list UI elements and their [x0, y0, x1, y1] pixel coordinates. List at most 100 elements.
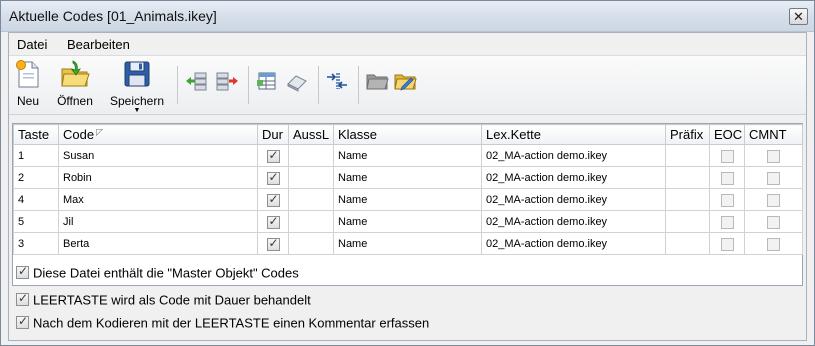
table-row[interactable]: 3Berta Name02_MA-action demo.ikey: [13, 232, 803, 255]
cell-taste[interactable]: 2: [13, 166, 59, 189]
cell-praefix[interactable]: [665, 210, 710, 233]
cell-aussl[interactable]: [288, 166, 334, 189]
close-button[interactable]: ✕: [789, 8, 808, 25]
cell-klasse[interactable]: Name: [333, 232, 482, 255]
cell-code[interactable]: Berta: [58, 232, 258, 255]
cell-klasse[interactable]: Name: [333, 188, 482, 211]
cell-dur-checkbox[interactable]: [266, 148, 280, 163]
cell-eoc-checkbox[interactable]: [720, 193, 734, 207]
cell-klasse[interactable]: Name: [333, 144, 482, 167]
cell-taste[interactable]: 3: [13, 232, 59, 255]
toolbar-separator: [177, 66, 178, 104]
menu-bearbeiten[interactable]: Bearbeiten: [67, 37, 130, 52]
cell-cmnt-checkbox[interactable]: [767, 237, 780, 251]
save-button[interactable]: Speichern ▼: [105, 59, 169, 114]
cell-lex-kette[interactable]: 02_MA-action demo.ikey: [481, 166, 666, 189]
cell-cmnt-checkbox[interactable]: [767, 171, 780, 185]
new-label: Neu: [16, 94, 39, 108]
cell-taste[interactable]: 5: [13, 210, 59, 233]
cell-eoc[interactable]: [709, 166, 745, 189]
move-left-icon[interactable]: [185, 70, 209, 92]
option-row[interactable]: LEERTASTE wird als Code mit Dauer behand…: [16, 291, 716, 310]
cell-aussl[interactable]: [288, 210, 334, 233]
save-dropdown-icon[interactable]: ▼: [105, 107, 169, 114]
transfer-icon[interactable]: [325, 70, 349, 92]
col-header-praefix[interactable]: Präfix: [665, 124, 710, 145]
cell-dur[interactable]: [257, 188, 289, 211]
cell-dur-checkbox[interactable]: [266, 236, 280, 251]
menu-datei[interactable]: Datei: [17, 37, 47, 52]
open-button[interactable]: Öffnen: [53, 59, 97, 108]
cell-dur[interactable]: [257, 166, 289, 189]
cell-taste[interactable]: 1: [13, 144, 59, 167]
cell-eoc-checkbox[interactable]: [720, 237, 734, 251]
cell-eoc-checkbox[interactable]: [720, 149, 734, 163]
cell-code[interactable]: Max: [58, 188, 258, 211]
cell-aussl[interactable]: [288, 144, 334, 167]
table-row[interactable]: 4Max Name02_MA-action demo.ikey: [13, 188, 803, 211]
cell-code[interactable]: Susan: [58, 144, 258, 167]
cell-klasse[interactable]: Name: [333, 210, 482, 233]
folder-edit-icon[interactable]: [393, 70, 417, 92]
cell-dur-checkbox[interactable]: [266, 214, 280, 229]
new-button[interactable]: Neu: [13, 59, 43, 108]
col-header-eoc[interactable]: EOC: [709, 124, 745, 145]
cell-eoc[interactable]: [709, 210, 745, 233]
cell-lex-kette[interactable]: 02_MA-action demo.ikey: [481, 188, 666, 211]
close-icon: ✕: [793, 9, 804, 24]
option-checkbox[interactable]: [16, 291, 29, 307]
cell-lex-kette[interactable]: 02_MA-action demo.ikey: [481, 232, 666, 255]
table-row[interactable]: 1Susan Name02_MA-action demo.ikey: [13, 144, 803, 167]
cell-dur-checkbox[interactable]: [266, 192, 280, 207]
table-row[interactable]: 2Robin Name02_MA-action demo.ikey: [13, 166, 803, 189]
cell-dur[interactable]: [257, 144, 289, 167]
cell-cmnt[interactable]: [744, 166, 803, 189]
title-bar[interactable]: Aktuelle Codes [01_Animals.ikey] ✕: [1, 1, 814, 32]
cell-code[interactable]: Robin: [58, 166, 258, 189]
cell-aussl[interactable]: [288, 188, 334, 211]
cell-eoc-checkbox[interactable]: [720, 171, 734, 185]
col-header-taste[interactable]: Taste: [13, 124, 59, 145]
option-label: LEERTASTE wird als Code mit Dauer behand…: [33, 292, 311, 308]
cell-cmnt[interactable]: [744, 144, 803, 167]
cell-praefix[interactable]: [665, 232, 710, 255]
cell-cmnt[interactable]: [744, 210, 803, 233]
cell-praefix[interactable]: [665, 144, 710, 167]
cell-dur[interactable]: [257, 232, 289, 255]
cell-lex-kette[interactable]: 02_MA-action demo.ikey: [481, 210, 666, 233]
cell-code[interactable]: Jil: [58, 210, 258, 233]
cell-taste[interactable]: 4: [13, 188, 59, 211]
cell-praefix[interactable]: [665, 166, 710, 189]
cell-dur[interactable]: [257, 210, 289, 233]
option-checkbox[interactable]: [16, 264, 29, 280]
folder-gray-icon[interactable]: [365, 70, 389, 92]
cell-lex-kette[interactable]: 02_MA-action demo.ikey: [481, 144, 666, 167]
cell-eoc[interactable]: [709, 188, 745, 211]
move-right-icon[interactable]: [215, 70, 239, 92]
option-checkbox[interactable]: [16, 314, 29, 330]
option-row[interactable]: Diese Datei enthält die "Master Objekt" …: [16, 264, 716, 283]
col-header-cmnt[interactable]: CMNT: [744, 124, 803, 145]
option-row[interactable]: Nach dem Kodieren mit der LEERTASTE eine…: [16, 314, 716, 333]
cell-cmnt[interactable]: [744, 232, 803, 255]
col-header-code[interactable]: Code ◸: [58, 124, 258, 145]
eraser-icon[interactable]: [285, 70, 309, 92]
cell-dur-checkbox[interactable]: [266, 170, 280, 185]
col-header-dur[interactable]: Dur: [257, 124, 289, 145]
table-row[interactable]: 5Jil Name02_MA-action demo.ikey: [13, 210, 803, 233]
cell-praefix[interactable]: [665, 188, 710, 211]
cell-eoc[interactable]: [709, 144, 745, 167]
col-header-aussl[interactable]: AussL: [288, 124, 334, 145]
col-header-lex-kette[interactable]: Lex.Kette: [481, 124, 666, 145]
table-edit-icon[interactable]: [255, 70, 279, 92]
cell-cmnt-checkbox[interactable]: [767, 193, 780, 207]
col-header-klasse[interactable]: Klasse: [333, 124, 482, 145]
cell-aussl[interactable]: [288, 232, 334, 255]
cell-cmnt-checkbox[interactable]: [767, 149, 780, 163]
cell-klasse[interactable]: Name: [333, 166, 482, 189]
table-header: Taste Code ◸ Dur AussL Klasse Lex.Kette P…: [13, 124, 803, 145]
cell-eoc[interactable]: [709, 232, 745, 255]
cell-cmnt[interactable]: [744, 188, 803, 211]
cell-eoc-checkbox[interactable]: [720, 215, 734, 229]
cell-cmnt-checkbox[interactable]: [767, 215, 780, 229]
